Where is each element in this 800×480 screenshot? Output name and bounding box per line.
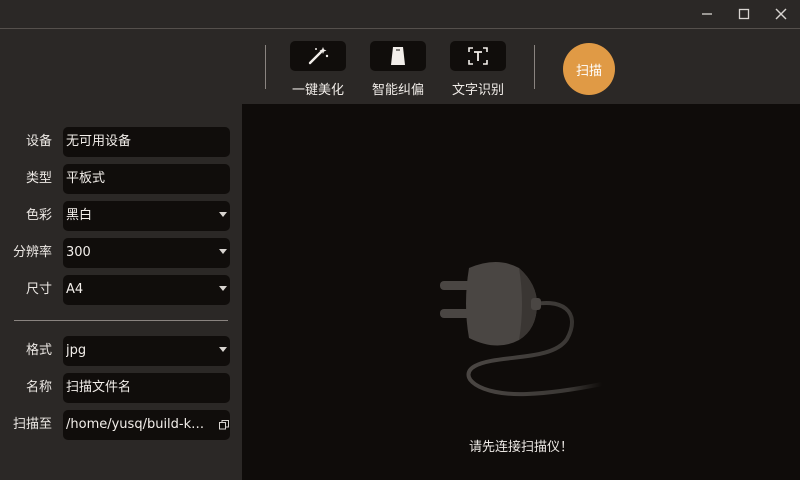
scan-button-label: 扫描	[575, 63, 602, 79]
type-value: 平板式	[66, 171, 106, 186]
type-label: 类型	[25, 171, 52, 186]
format-value: jpg	[66, 343, 87, 358]
format-label: 格式	[25, 343, 52, 358]
name-row: 名称 扫描文件名	[0, 373, 242, 403]
resolution-row: 分辨率 300	[0, 238, 242, 268]
dropdown-arrow-icon	[219, 347, 227, 352]
auto-crop-icon	[391, 47, 405, 65]
color-value: 黑白	[66, 208, 93, 223]
close-icon	[775, 8, 787, 20]
close-button[interactable]	[766, 2, 796, 26]
save-path-value: /home/yusq/build-k…	[66, 417, 205, 432]
type-field[interactable]: 平板式	[63, 164, 230, 194]
beautify-button[interactable]: 一键美化	[286, 41, 350, 99]
toolbar-separator	[265, 45, 266, 89]
preview-area: 请先连接扫描仪！	[242, 104, 800, 480]
magic-wand-icon	[308, 47, 329, 65]
color-select[interactable]: 黑白	[63, 201, 230, 231]
resolution-label: 分辨率	[12, 245, 52, 260]
auto-crop-label: 智能纠偏	[371, 83, 424, 98]
auto-crop-button[interactable]: 智能纠偏	[366, 41, 430, 99]
text-recognition-icon	[468, 47, 488, 65]
dropdown-arrow-icon	[219, 249, 227, 254]
color-row: 色彩 黑白	[0, 201, 242, 231]
toolbar-separator	[534, 45, 535, 89]
save-to-row: 扫描至 /home/yusq/build-k…	[0, 410, 242, 440]
resolution-select[interactable]: 300	[63, 238, 230, 268]
maximize-button[interactable]	[729, 2, 759, 26]
format-select[interactable]: jpg	[63, 336, 230, 366]
color-label: 色彩	[25, 208, 52, 223]
size-value: A4	[66, 282, 84, 297]
device-value: 无可用设备	[66, 134, 132, 149]
status-message: 请先连接扫描仪！	[468, 440, 573, 455]
resolution-value: 300	[66, 245, 91, 260]
minimize-icon	[702, 13, 712, 15]
name-label: 名称	[25, 380, 52, 395]
settings-divider	[14, 320, 228, 321]
device-field[interactable]: 无可用设备	[63, 127, 230, 157]
beautify-label: 一键美化	[291, 83, 344, 98]
size-row: 尺寸 A4	[0, 275, 242, 305]
ocr-label: 文字识别	[451, 83, 504, 98]
device-row: 设备 无可用设备	[0, 127, 242, 157]
maximize-icon	[738, 8, 750, 20]
unplugged-icon	[440, 262, 604, 397]
size-select[interactable]: A4	[63, 275, 230, 305]
scanner-window: 一键美化 智能纠偏 文字识别 扫描 设备 无可用设备 类型 平板式 色彩 黑白 …	[0, 0, 800, 480]
minimize-button[interactable]	[692, 2, 722, 26]
scan-button[interactable]: 扫描	[563, 43, 615, 95]
size-label: 尺寸	[25, 282, 52, 297]
format-row: 格式 jpg	[0, 336, 242, 366]
device-label: 设备	[25, 134, 52, 149]
title-bar	[0, 0, 800, 28]
dropdown-arrow-icon	[219, 286, 227, 291]
ocr-button[interactable]: 文字识别	[446, 41, 510, 99]
filename-input[interactable]: 扫描文件名	[63, 373, 230, 403]
save-to-label: 扫描至	[12, 417, 52, 432]
browse-folder-icon[interactable]	[219, 420, 229, 430]
dropdown-arrow-icon	[219, 212, 227, 217]
type-row: 类型 平板式	[0, 164, 242, 194]
toolbar: 一键美化 智能纠偏 文字识别 扫描	[0, 29, 800, 104]
save-path-field[interactable]: /home/yusq/build-k…	[63, 410, 230, 440]
filename-value: 扫描文件名	[66, 380, 132, 395]
settings-panel: 设备 无可用设备 类型 平板式 色彩 黑白 分辨率 300 尺寸 A4 格式 j…	[0, 104, 242, 480]
